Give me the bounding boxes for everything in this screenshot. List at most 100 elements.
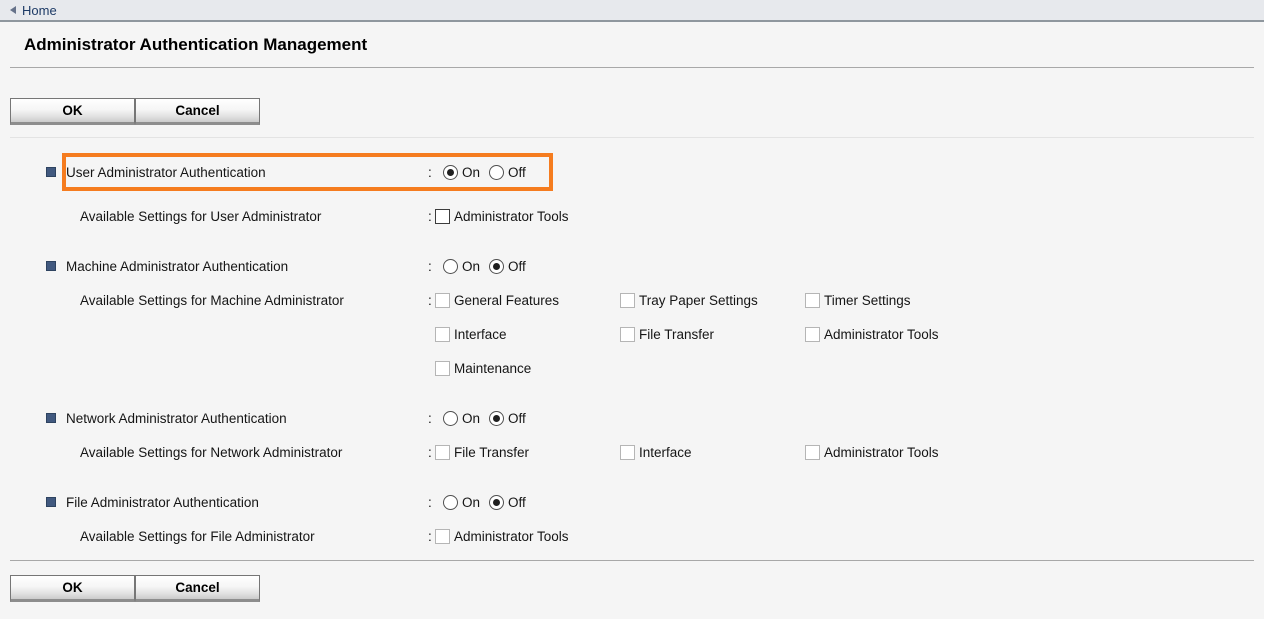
checkbox-label: File Transfer [454,445,529,460]
radio-icon [489,495,504,510]
cancel-button[interactable]: Cancel [135,575,260,602]
checkbox-icon [805,327,820,342]
checkbox-label: Maintenance [454,361,531,376]
radio-option-on[interactable]: On [443,495,480,510]
bottom-divider [10,560,1254,561]
checkbox-label: Tray Paper Settings [639,293,758,308]
radio-option-off[interactable]: Off [489,165,526,180]
checkbox-option-interface: Interface [435,327,620,342]
checkbox-label: General Features [454,293,559,308]
checkbox-label: Interface [454,327,507,342]
radio-option-on[interactable]: On [443,411,480,426]
section-file-admin: File Administrator Authentication : On O… [0,493,1264,545]
checkbox-option-tray-paper-settings: Tray Paper Settings [620,293,805,308]
checkbox-icon [805,445,820,460]
radio-label: On [462,411,480,426]
section-bullet-icon [46,413,56,423]
radio-option-off[interactable]: Off [489,411,526,426]
available-settings-label: Available Settings for Network Administr… [80,445,428,460]
checkbox-label: Administrator Tools [824,445,939,460]
checkbox-option-general-features: General Features [435,293,620,308]
radio-icon [443,411,458,426]
colon: : [428,259,435,274]
radio-label: Off [508,259,526,274]
available-settings-label: Available Settings for User Administrato… [80,209,428,224]
available-settings-label: Available Settings for File Administrato… [80,529,428,544]
button-bar-divider [10,137,1254,138]
title-divider [10,67,1254,68]
file-admin-auth-radio-group: On Off [435,495,526,510]
colon: : [428,165,435,180]
radio-option-off[interactable]: Off [489,495,526,510]
radio-icon [443,259,458,274]
checkbox-option-administrator-tools: Administrator Tools [435,529,620,544]
checkbox-option-timer-settings: Timer Settings [805,293,990,308]
machine-admin-auth-radio-group: On Off [435,259,526,274]
section-bullet-icon [46,167,56,177]
available-settings-row: Available Settings for Machine Administr… [0,291,1264,309]
checkbox-icon [435,293,450,308]
section-label: Machine Administrator Authentication [66,259,428,274]
available-settings-row: Available Settings for User Administrato… [0,207,1264,225]
user-admin-auth-radio-group: On Off [435,165,526,180]
colon: : [428,209,435,224]
section-row-user-admin: User Administrator Authentication : On O… [0,153,1264,191]
available-settings-row: Available Settings for File Administrato… [0,527,1264,545]
checkbox-icon [435,209,450,224]
home-link[interactable]: Home [10,3,57,18]
colon: : [428,495,435,510]
checkbox-option-maintenance: Maintenance [435,361,620,376]
radio-label: On [462,495,480,510]
radio-label: Off [508,411,526,426]
checkbox-icon [620,327,635,342]
radio-label: Off [508,165,526,180]
options-group: Maintenance [435,361,620,376]
available-settings-row: Interface File Transfer Administrator To… [0,325,1264,343]
checkbox-option-interface: Interface [620,445,805,460]
network-admin-auth-radio-group: On Off [435,411,526,426]
section-row-machine-admin: Machine Administrator Authentication : O… [0,257,1264,275]
colon: : [428,293,435,308]
options-group: General Features Tray Paper Settings Tim… [435,293,990,308]
checkbox-icon [435,361,450,376]
radio-option-on[interactable]: On [443,165,480,180]
checkbox-icon [435,529,450,544]
available-settings-label: Available Settings for Machine Administr… [80,293,428,308]
checkbox-option-administrator-tools: Administrator Tools [805,327,990,342]
section-label: Network Administrator Authentication [66,411,428,426]
checkbox-label: Administrator Tools [824,327,939,342]
page-title: Administrator Authentication Management [24,35,1264,55]
options-group: File Transfer Interface Administrator To… [435,445,990,460]
back-arrow-icon [10,6,16,14]
colon: : [428,529,435,544]
top-nav-bar: Home [0,0,1264,22]
checkbox-icon [620,445,635,460]
radio-label: On [462,259,480,274]
ok-button[interactable]: OK [10,575,135,602]
cancel-button[interactable]: Cancel [135,98,260,125]
checkbox-option-administrator-tools: Administrator Tools [805,445,990,460]
radio-icon [443,495,458,510]
checkbox-icon [435,445,450,460]
bottom-button-bar: OK Cancel [10,575,260,602]
radio-icon [443,165,458,180]
section-row-network-admin: Network Administrator Authentication : O… [0,409,1264,427]
checkbox-icon [435,327,450,342]
options-group: Interface File Transfer Administrator To… [435,327,990,342]
checkbox-icon [620,293,635,308]
section-bullet-icon [46,497,56,507]
radio-icon [489,259,504,274]
top-button-bar: OK Cancel [10,98,260,125]
radio-label: Off [508,495,526,510]
checkbox-option-file-transfer: File Transfer [620,327,805,342]
ok-button[interactable]: OK [10,98,135,125]
checkbox-option-administrator-tools[interactable]: Administrator Tools [435,209,620,224]
checkbox-label: Timer Settings [824,293,911,308]
radio-option-on[interactable]: On [443,259,480,274]
checkbox-label: Administrator Tools [454,209,569,224]
available-settings-row: Maintenance [0,359,1264,377]
radio-option-off[interactable]: Off [489,259,526,274]
section-machine-admin: Machine Administrator Authentication : O… [0,257,1264,377]
section-bullet-icon [46,261,56,271]
settings-form: User Administrator Authentication : On O… [0,153,1264,545]
